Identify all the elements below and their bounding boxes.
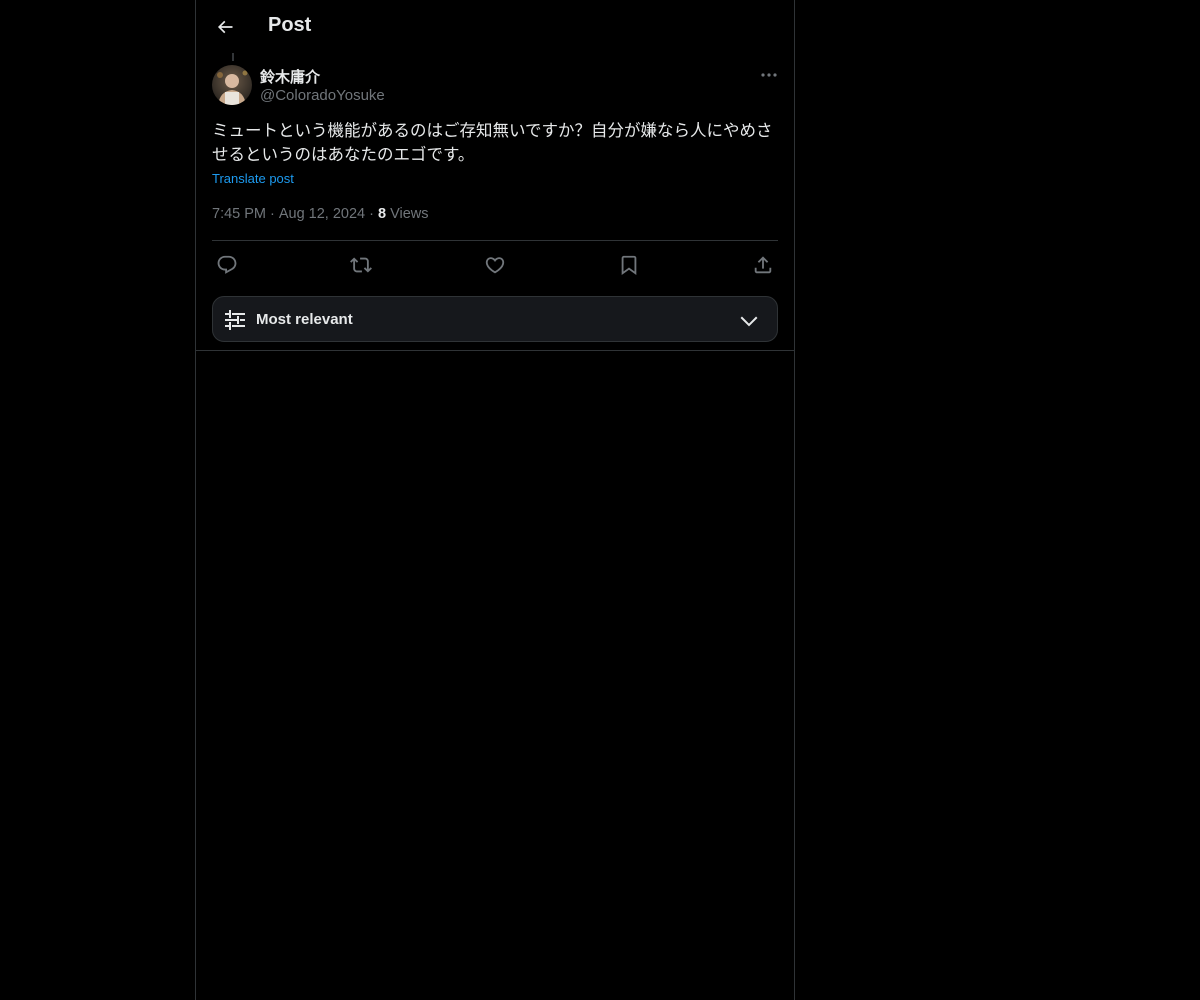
views-label: Views	[390, 206, 429, 222]
page-title: Post	[268, 14, 312, 36]
reply-sort-dropdown[interactable]: Most relevant	[212, 296, 778, 342]
post-date[interactable]: Aug 12, 2024	[279, 206, 365, 222]
chevron-down-icon	[737, 309, 761, 333]
main-column: Post 鈴木庸介 @ColoradoYosuke ミュートという機能があるのは…	[195, 0, 795, 1000]
share-icon	[752, 254, 774, 276]
arrow-left-icon	[215, 17, 235, 37]
post-time[interactable]: 7:45 PM	[212, 206, 266, 222]
section-divider	[196, 350, 794, 351]
sort-label: Most relevant	[256, 311, 353, 328]
post-text: ミュートという機能があるのはご存知無いですか？自分が嫌なら人にやめさせるというの…	[212, 121, 773, 164]
repost-icon	[350, 254, 372, 276]
repost-button[interactable]	[347, 251, 375, 279]
share-button[interactable]	[749, 251, 777, 279]
meta-separator: ·	[369, 206, 374, 222]
reply-icon	[216, 254, 238, 276]
avatar[interactable]	[212, 65, 252, 105]
reply-button[interactable]	[213, 251, 241, 279]
actions-divider	[212, 240, 778, 241]
translate-post-link[interactable]: Translate post	[212, 171, 294, 186]
post-metadata: 7:45 PM · Aug 12, 2024 · 8 Views	[212, 206, 429, 222]
bookmark-button[interactable]	[615, 251, 643, 279]
more-options-button[interactable]	[756, 64, 782, 86]
like-button[interactable]	[481, 251, 509, 279]
meta-separator: ·	[270, 206, 275, 222]
views-count: 8	[377, 206, 387, 222]
author-display-name[interactable]: 鈴木庸介	[260, 66, 320, 87]
sliders-icon	[223, 308, 247, 332]
author-handle[interactable]: @ColoradoYosuke	[260, 87, 385, 104]
bookmark-icon	[618, 254, 640, 276]
thread-connector-line	[232, 53, 234, 61]
more-horizontal-icon	[760, 72, 778, 78]
heart-icon	[484, 254, 506, 276]
page-header: Post	[196, 0, 794, 53]
back-button[interactable]	[208, 10, 242, 44]
